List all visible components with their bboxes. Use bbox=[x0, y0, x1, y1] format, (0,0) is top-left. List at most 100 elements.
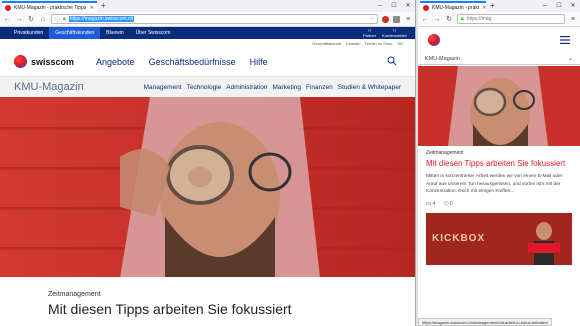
topnav-item-ueber-swisscom[interactable]: Über Swisscom bbox=[130, 27, 177, 39]
mobile-article-kicker[interactable]: Zeitmanagement bbox=[426, 150, 572, 156]
reload-icon[interactable]: ↻ bbox=[27, 15, 35, 23]
partner-label: Partner bbox=[362, 33, 377, 38]
utility-termin[interactable]: Termin im Shop bbox=[365, 41, 393, 46]
mobile-article-title[interactable]: Mit diesen Tipps arbeiten Sie fokussiert bbox=[426, 159, 572, 169]
hero-photo-man-with-glasses bbox=[0, 97, 415, 278]
search-icon[interactable] bbox=[387, 53, 397, 71]
mobile-article-teaser: Zeitmanagement Mit diesen Tipps arbeiten… bbox=[418, 146, 580, 207]
magnav-administration[interactable]: Administration bbox=[226, 84, 267, 91]
menu-icon[interactable]: ≡ bbox=[569, 16, 577, 23]
magnav-studien[interactable]: Studien & Whitepaper bbox=[338, 84, 401, 91]
topnav-item-bluewin[interactable]: Bluewin bbox=[100, 27, 130, 39]
menu-item-geschaeftsbeduerfnisse[interactable]: Geschäftsbedürfnisse bbox=[149, 57, 236, 67]
hero-photo-man-with-glasses bbox=[418, 66, 580, 146]
tab-strip-right: KMU-Magazin - prakt ✕ + ─ ☐ ✕ bbox=[418, 0, 580, 12]
chevron-down-icon: ⌄ bbox=[567, 56, 573, 62]
navigation-toolbar: ← → ↻ ⌂ ⓘ 🔒︎ https://magazin.swisscom.ch… bbox=[0, 12, 415, 27]
thumbs-up-icon: 👍︎ bbox=[426, 200, 432, 207]
swisscom-logo[interactable]: swisscom bbox=[14, 55, 74, 68]
hamburger-menu-icon[interactable] bbox=[560, 31, 570, 49]
close-window-icon[interactable]: ✕ bbox=[401, 0, 415, 12]
back-icon[interactable]: ← bbox=[3, 16, 11, 23]
new-tab-button[interactable]: + bbox=[101, 1, 106, 11]
window-controls-right: ─ ☐ ✕ bbox=[538, 0, 580, 12]
magnav-marketing[interactable]: Marketing bbox=[272, 84, 301, 91]
close-window-icon[interactable]: ✕ bbox=[566, 0, 580, 12]
forward-icon[interactable]: → bbox=[433, 16, 441, 23]
swisscom-favicon-icon bbox=[423, 4, 429, 11]
tab-strip: KMU-Magazin - praktische Tipps ✕ + ─ ☐ ✕ bbox=[0, 0, 415, 12]
magnav-technologie[interactable]: Technologie bbox=[187, 84, 222, 91]
navigation-toolbar-right: ← → ↻ 🔒︎ https://mag ≡ bbox=[418, 12, 580, 27]
info-icon[interactable]: ⓘ bbox=[55, 16, 60, 23]
url-text[interactable]: https://magazin.swisscom.ch bbox=[68, 16, 135, 22]
like-count: 4 bbox=[432, 200, 436, 207]
menu-item-hilfe[interactable]: Hilfe bbox=[250, 57, 268, 67]
main-menu: Angebote Geschäftsbedürfnisse Hilfe bbox=[96, 57, 268, 67]
kundencenter-label: Kundencenter bbox=[382, 33, 407, 38]
library-icon[interactable] bbox=[393, 15, 400, 23]
maximize-icon[interactable]: ☐ bbox=[387, 0, 401, 12]
reload-icon[interactable]: ↻ bbox=[445, 15, 453, 23]
close-tab-icon[interactable]: ✕ bbox=[479, 5, 486, 11]
person-holding-box-illustration bbox=[528, 221, 560, 265]
back-icon[interactable]: ← bbox=[421, 16, 429, 23]
minimize-icon[interactable]: ─ bbox=[538, 0, 552, 12]
article-headline: Mit diesen Tipps arbeiten Sie fokussiert bbox=[48, 301, 292, 317]
browser-window-left: KMU-Magazin - praktische Tipps ✕ + ─ ☐ ✕… bbox=[0, 0, 416, 326]
magazine-header: KMU-Magazin Management Technologie Admin… bbox=[0, 77, 415, 97]
topnav-item-privatkunden[interactable]: Privatkunden bbox=[8, 27, 49, 39]
browser-tab-right[interactable]: KMU-Magazin - prakt ✕ bbox=[420, 1, 486, 12]
main-nav: swisscom Angebote Geschäftsbedürfnisse H… bbox=[0, 47, 415, 77]
status-bar-url: https://magazin.swisscom.ch/management/m… bbox=[418, 318, 553, 326]
mobile-article-teaser-text: Mitten in konzentrierter Arbeit werden w… bbox=[426, 174, 563, 194]
browser-window-right: KMU-Magazin - prakt ✕ + ─ ☐ ✕ ← → ↻ 🔒︎ h… bbox=[418, 0, 580, 326]
magnav-management[interactable]: Management bbox=[144, 84, 182, 91]
menu-icon[interactable]: ≡ bbox=[404, 16, 412, 23]
article-kicker[interactable]: Zeitmanagement bbox=[48, 291, 292, 298]
tab-title-right: KMU-Magazin - prakt bbox=[432, 4, 480, 11]
lock-icon: 🔒︎ bbox=[461, 16, 464, 22]
thumbnail-text: KICKBOX bbox=[432, 232, 486, 244]
like-button[interactable]: 👍︎ 4 bbox=[426, 201, 435, 207]
mobile-magazine-bar[interactable]: KMU-Magazin ⌄ bbox=[418, 53, 580, 65]
article-kicker-wrap: Zeitmanagement Mit diesen Tipps arbeiten… bbox=[48, 291, 292, 317]
utility-kontakt[interactable]: Kontakt bbox=[346, 41, 360, 46]
topnav-item-geschaeftskunden[interactable]: Geschäftskunden bbox=[49, 27, 101, 39]
close-tab-icon[interactable]: ✕ bbox=[87, 5, 94, 11]
related-article-thumbnail[interactable]: KICKBOX bbox=[426, 212, 572, 265]
adblock-extension-icon[interactable] bbox=[382, 15, 389, 23]
kundencenter-link[interactable]: ⚇ Kundencenter bbox=[382, 28, 407, 38]
utility-language[interactable]: DE bbox=[397, 41, 403, 46]
mobile-magazine-title: KMU-Magazin bbox=[425, 55, 460, 62]
social-actions: 👍︎ 4 💬︎0 bbox=[426, 201, 572, 207]
url-bar-right[interactable]: 🔒︎ https://mag bbox=[457, 14, 565, 24]
new-tab-button[interactable]: + bbox=[490, 1, 495, 11]
maximize-icon[interactable]: ☐ bbox=[552, 0, 566, 12]
lock-icon: 🔒︎ bbox=[63, 16, 66, 22]
brand-name: swisscom bbox=[31, 56, 75, 67]
magazine-title[interactable]: KMU-Magazin bbox=[14, 81, 84, 93]
browser-tab[interactable]: KMU-Magazin - praktische Tipps ✕ bbox=[2, 1, 97, 12]
url-text-right[interactable]: https://mag bbox=[467, 16, 492, 22]
home-icon[interactable]: ⌂ bbox=[39, 16, 47, 23]
magazine-nav: Management Technologie Administration Ma… bbox=[144, 84, 401, 91]
bookmark-star-icon[interactable]: ☆ bbox=[370, 16, 374, 22]
swisscom-logo-mark-icon[interactable] bbox=[428, 34, 440, 46]
tab-title: KMU-Magazin - praktische Tipps bbox=[14, 4, 87, 11]
hero-image bbox=[0, 97, 415, 278]
url-bar[interactable]: ⓘ 🔒︎ https://magazin.swisscom.ch ☆ bbox=[51, 14, 378, 24]
comment-button[interactable]: 💬︎0 bbox=[443, 201, 452, 207]
minimize-icon[interactable]: ─ bbox=[373, 0, 387, 12]
topnav-right-links: ⚇ Partner ⚇ Kundencenter bbox=[363, 28, 415, 38]
site-top-nav: Privatkunden Geschäftskunden Bluewin Übe… bbox=[0, 27, 415, 39]
menu-item-angebote[interactable]: Angebote bbox=[96, 57, 135, 67]
article-intro: Zeitmanagement Mit diesen Tipps arbeiten… bbox=[0, 277, 415, 326]
magnav-finanzen[interactable]: Finanzen bbox=[306, 84, 333, 91]
utility-geschaeftskunde[interactable]: Geschäftskunde bbox=[312, 41, 341, 46]
swisscom-logo-mark-icon bbox=[14, 55, 27, 68]
partner-link[interactable]: ⚇ Partner bbox=[363, 28, 376, 38]
utility-links: Geschäftskunde Kontakt Termin im Shop DE bbox=[0, 39, 415, 47]
forward-icon[interactable]: → bbox=[15, 16, 23, 23]
window-controls: ─ ☐ ✕ bbox=[373, 0, 415, 12]
